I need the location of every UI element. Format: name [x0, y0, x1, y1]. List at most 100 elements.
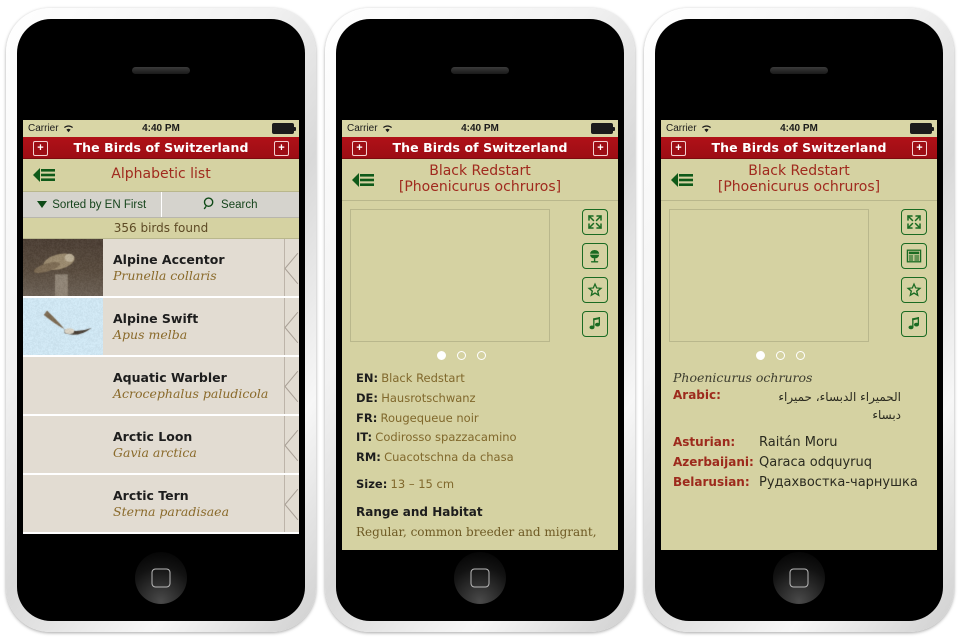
page-dot-2[interactable] — [457, 351, 466, 360]
status-bar-right — [910, 123, 932, 134]
app-navbar: + The Birds of Switzerland + — [661, 137, 937, 159]
translation-row: Belarusian: Рудахвостка-чарнушка — [673, 475, 923, 491]
list-item[interactable]: Alpine Accentor Prunella collaris — [23, 239, 299, 298]
battery-full-icon — [591, 123, 613, 134]
bird-thumb-aquatic-warbler — [23, 357, 103, 414]
bird-thumb-arctic-tern — [23, 475, 103, 532]
black-redstart-photo[interactable] — [669, 209, 869, 342]
list-item[interactable]: Alpine Swift Apus melba — [23, 298, 299, 357]
bird-common-name: Black Redstart — [429, 163, 531, 179]
translation-language: Arabic: — [673, 388, 759, 402]
navbar-left-plus-button[interactable]: + — [671, 141, 686, 156]
table-list-icon[interactable] — [901, 243, 927, 269]
translation-row: Azerbaijani: Qaraca odquyruq — [673, 455, 923, 471]
bird-common-name: Alpine Accentor — [113, 252, 299, 268]
music-note-icon[interactable] — [901, 311, 927, 337]
bird-latin-name: Apus melba — [113, 327, 299, 343]
translation-row: Asturian: Raitán Moru — [673, 435, 923, 451]
search-button[interactable]: Search — [161, 192, 300, 217]
clock-label: 4:40 PM — [23, 123, 299, 134]
back-list-icon[interactable] — [350, 170, 376, 190]
sort-button[interactable]: Sorted by EN First — [23, 192, 161, 217]
list-item[interactable]: Aquatic Warbler Acrocephalus paludicola — [23, 357, 299, 416]
list-item-names: Alpine Swift Apus melba — [103, 298, 299, 355]
home-button[interactable] — [773, 552, 825, 604]
back-list-icon[interactable] — [31, 165, 57, 185]
section-body: Regular, common breeder and migrant, — [356, 523, 604, 542]
name-line-rm: RM: Cuacotschna da chasa — [356, 448, 604, 468]
bird-common-name: Alpine Swift — [113, 311, 299, 327]
page-dot-2[interactable] — [776, 351, 785, 360]
result-count: 356 birds found — [23, 218, 299, 239]
bird-facts: EN: Black Redstart DE: Hausrotschwanz FR… — [342, 360, 618, 542]
phone-screen-3: Carrier 4:40 PM + The Birds of Switzerla… — [661, 120, 937, 550]
translation-language: Azerbaijani: — [673, 455, 759, 469]
status-bar: Carrier 4:40 PM — [661, 120, 937, 137]
phone-device-2: Carrier 4:40 PM + The Birds of Switzerla… — [325, 8, 635, 632]
bird-detail-panel[interactable]: EN: Black Redstart DE: Hausrotschwanz FR… — [342, 201, 618, 550]
list-item-names: Aquatic Warbler Acrocephalus paludicola — [103, 357, 299, 414]
back-list-icon[interactable] — [669, 170, 695, 190]
fullscreen-icon[interactable] — [582, 209, 608, 235]
page-dot-1[interactable] — [756, 351, 765, 360]
music-note-icon[interactable] — [582, 311, 608, 337]
bird-thumb-alpine-accentor — [23, 239, 103, 296]
navbar-left-plus-button[interactable]: + — [352, 141, 367, 156]
list-item-names: Arctic Tern Sterna paradisaea — [103, 475, 299, 532]
map-globe-icon[interactable] — [582, 243, 608, 269]
list-item[interactable]: Arctic Tern Sterna paradisaea — [23, 475, 299, 534]
translation-row: Arabic: الحميراء الدبساء، حميراء دبساء — [673, 388, 923, 424]
fullscreen-icon[interactable] — [901, 209, 927, 235]
navbar-right-plus-button[interactable]: + — [912, 141, 927, 156]
home-button[interactable] — [135, 552, 187, 604]
star-icon[interactable] — [582, 277, 608, 303]
photo-row — [661, 209, 937, 342]
page-dot-3[interactable] — [477, 351, 486, 360]
phone-device-1: Carrier 4:40 PM + The Birds of Switzerla… — [6, 8, 316, 632]
size-line: Size: 13 – 15 cm — [356, 475, 604, 495]
bird-common-name: Black Redstart — [748, 163, 850, 179]
translation-language: Belarusian: — [673, 475, 759, 489]
action-icon-column — [901, 209, 929, 337]
translations-list: Phoenicurus ochruros Arabic: الحميراء ال… — [661, 360, 937, 490]
photo-page-dots[interactable] — [342, 351, 618, 360]
bird-common-name: Arctic Loon — [113, 429, 299, 445]
chevron-right-icon — [283, 298, 299, 355]
home-button[interactable] — [454, 552, 506, 604]
status-bar: Carrier 4:40 PM — [342, 120, 618, 137]
earpiece-speaker — [132, 67, 190, 74]
black-redstart-photo[interactable] — [350, 209, 550, 342]
translation-value: Рудахвостка-чарнушка — [759, 475, 918, 491]
search-button-label: Search — [221, 199, 257, 211]
translation-value: Raitán Moru — [759, 435, 838, 451]
name-line-en: EN: Black Redstart — [356, 369, 604, 389]
page-title: Black Redstart [Phoenicurus ochruros] — [684, 159, 914, 200]
name-line-de: DE: Hausrotschwanz — [356, 389, 604, 409]
chevron-right-icon — [283, 239, 299, 296]
navbar-right-plus-button[interactable]: + — [593, 141, 608, 156]
list-item[interactable]: Arctic Loon Gavia arctica — [23, 416, 299, 475]
bird-list[interactable]: Alpine Accentor Prunella collaris Alpine… — [23, 239, 299, 550]
navbar-right-plus-button[interactable]: + — [274, 141, 289, 156]
bird-common-name: Aquatic Warbler — [113, 370, 299, 386]
translations-gap — [673, 428, 923, 435]
status-bar: Carrier 4:40 PM — [23, 120, 299, 137]
phone-bezel-2: Carrier 4:40 PM + The Birds of Switzerla… — [336, 19, 624, 621]
page-dot-1[interactable] — [437, 351, 446, 360]
page-title: Alphabetic list — [77, 162, 244, 188]
page-dot-3[interactable] — [796, 351, 805, 360]
name-line-fr: FR: Rougequeue noir — [356, 409, 604, 429]
action-icon-column — [582, 209, 610, 337]
star-icon[interactable] — [901, 277, 927, 303]
chevron-right-icon — [283, 475, 299, 532]
photo-page-dots[interactable] — [661, 351, 937, 360]
status-bar-right — [591, 123, 613, 134]
bird-translations-panel[interactable]: Phoenicurus ochruros Arabic: الحميراء ال… — [661, 201, 937, 550]
navbar-left-plus-button[interactable]: + — [33, 141, 48, 156]
phone-bezel-3: Carrier 4:40 PM + The Birds of Switzerla… — [655, 19, 943, 621]
list-item-names: Alpine Accentor Prunella collaris — [103, 239, 299, 296]
chevron-right-icon — [283, 357, 299, 414]
photo-row — [342, 209, 618, 342]
phone-screen-1: Carrier 4:40 PM + The Birds of Switzerla… — [23, 120, 299, 550]
chevron-right-icon — [283, 416, 299, 473]
